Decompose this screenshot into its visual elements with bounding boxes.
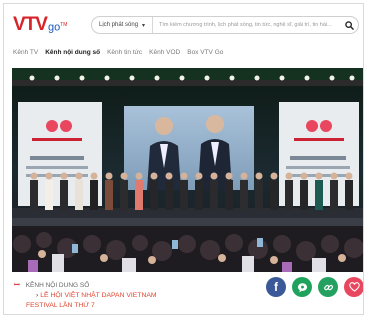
search-bar: Lịch phát sóng ▾ [91,16,359,34]
nav-item-kenh-vod[interactable]: Kênh VOD [149,49,180,56]
link-icon [323,284,333,290]
festival-stage-photo [12,68,363,272]
logo-sub: goTM [47,22,68,34]
logo-main: VTV [13,14,48,35]
article-title-line1: › LỄ HỘI VIỆT NHẬT DAPAN VIETNAM [36,292,157,299]
search-icon [344,20,354,30]
search-input[interactable] [153,17,340,33]
heart-icon [348,282,360,292]
vtvgo-logo[interactable]: VTV goTM [13,14,67,34]
page-frame: VTV goTM Lịch phát sóng ▾ Kênh TV Kênh n… [3,3,364,315]
share-buttons: f [266,277,363,297]
chevron-down-icon: ▾ [142,22,146,29]
search-button[interactable] [340,17,358,33]
channel-icon: ꟷ [14,282,20,289]
hero-image[interactable] [12,68,363,272]
facebook-share-button[interactable]: f [266,277,286,297]
copy-link-button[interactable] [318,277,338,297]
zalo-icon [297,282,307,293]
nav-item-kenh-noi-dung-so[interactable]: Kênh nội dung số [45,49,100,56]
article-footer: ꟷ KÊNH NỘI DUNG SỐ › LỄ HỘI VIỆT NHẬT DAP… [4,274,363,314]
zalo-share-button[interactable] [292,277,312,297]
chevron-right-icon: › [36,292,39,299]
article-title-line2: FESTIVAL LẦN THỨ 7 [26,302,95,309]
site-header: VTV goTM Lịch phát sóng ▾ [4,4,363,44]
schedule-dropdown[interactable]: Lịch phát sóng ▾ [92,17,154,33]
nav-item-kenh-tin-tuc[interactable]: Kênh tin tức [107,49,142,56]
article-category[interactable]: ꟷ KÊNH NỘI DUNG SỐ [14,281,89,290]
article-title[interactable]: › LỄ HỘI VIỆT NHẬT DAPAN VIETNAM FESTIVAL… [26,291,176,311]
facebook-icon: f [274,280,278,294]
category-label: KÊNH NỘI DUNG SỐ [25,282,90,289]
nav-item-box-vtv-go[interactable]: Box VTV Go [187,49,223,56]
main-nav: Kênh TV Kênh nội dung số Kênh tin tức Kê… [4,44,363,60]
nav-item-kenh-tv[interactable]: Kênh TV [13,49,38,56]
favorite-button[interactable] [344,277,363,297]
schedule-label: Lịch phát sóng [99,22,139,28]
